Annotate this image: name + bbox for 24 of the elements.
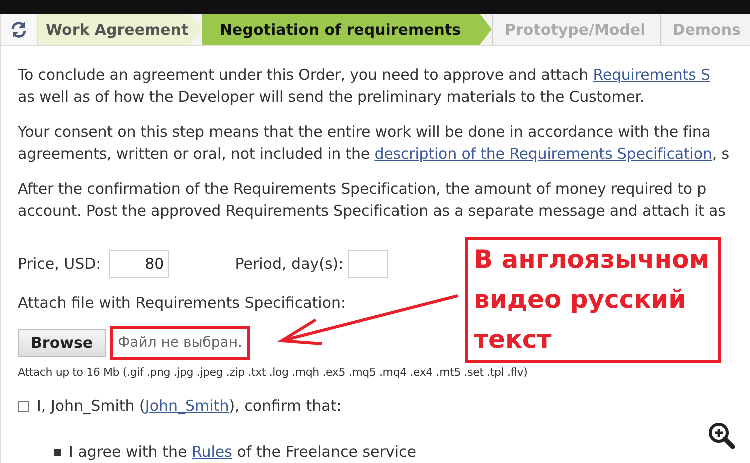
link[interactable]: John_Smith	[145, 397, 230, 415]
paragraph: Your consent on this step means that the entire work will be done in accordance with the fina agreements, written or oral, not included in the description of the Requirements Specification, s	[18, 122, 730, 165]
price-label: Price, USD:	[18, 255, 102, 273]
confirm-text: I, John_Smith (John_Smith), confirm that:	[37, 397, 342, 415]
paragraph: After the confirmation of the Requirements Specification, the amount of money required to p account. Post the approved Requirements Specification as a separate message and attach it as	[18, 179, 727, 222]
browse-button[interactable]: Browse	[18, 329, 106, 357]
period-field[interactable]	[348, 250, 388, 278]
bullet-text: I agree with the Rules of the Freelance service	[69, 443, 416, 461]
step-tab[interactable]: Work Agreement	[38, 14, 202, 45]
link[interactable]: Rules	[192, 443, 232, 461]
attach-label: Attach file with Requirements Specification:	[18, 294, 346, 312]
annotation-callout: В англоязычном видео русский текст	[465, 237, 721, 363]
zoom-in-icon[interactable]	[708, 422, 736, 450]
checkbox[interactable]	[18, 400, 29, 412]
refresh-icon[interactable]	[9, 20, 29, 40]
price-field[interactable]: 80	[109, 250, 170, 278]
attach-note: Attach up to 16 Mb (.gif .png .jpg .jpeg .zip .txt .log .mqh .ex5 .mq5 .mq4 .ex4 .mt5 .set .tpl .flv)	[18, 366, 529, 379]
period-label: Period, day(s):	[235, 255, 344, 273]
link[interactable]: description of the Requirements Specification	[374, 145, 712, 163]
link[interactable]: Requirements S	[593, 66, 710, 84]
file-status: Файл не выбран.	[110, 326, 250, 360]
paragraph: To conclude an agreement under this Order, you need to approve and attach Requirements S as well as of how the Developer will send the preliminary materials to the Customer.	[18, 65, 712, 108]
step-tab[interactable]: Negotiation of requirements	[202, 14, 492, 45]
bullet-icon	[54, 448, 61, 456]
